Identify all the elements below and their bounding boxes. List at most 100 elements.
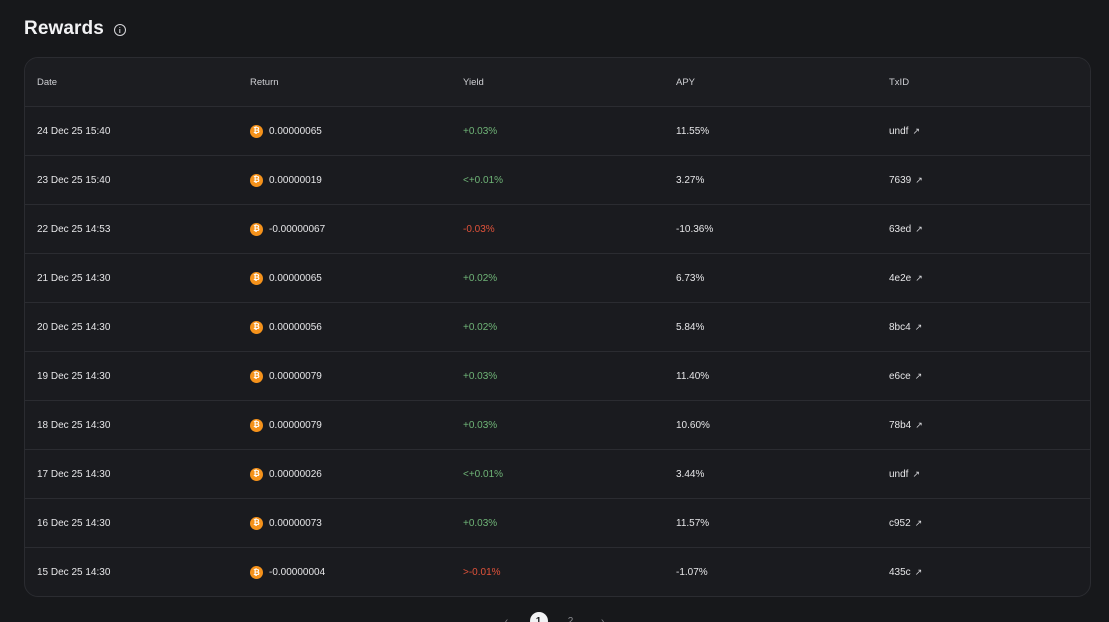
page-button-1[interactable]: 1 <box>529 612 548 622</box>
date-value: 21 Dec 25 14:30 <box>37 272 111 284</box>
date-value: 15 Dec 25 14:30 <box>37 567 111 578</box>
return-cell: ₿ -0.00000067 <box>238 222 451 236</box>
apy-value: 3.44% <box>676 468 705 480</box>
txid-cell[interactable]: 78b4 ↗ <box>877 420 1090 431</box>
apy-value: 10.60% <box>676 419 710 431</box>
external-link-icon[interactable]: ↗ <box>915 322 923 333</box>
txid-cell[interactable]: 435c ↗ <box>877 567 1090 578</box>
date-cell: 17 Dec 25 14:30 <box>25 469 238 480</box>
page-button-2[interactable]: 2 <box>562 612 580 622</box>
table-row: 23 Dec 25 15:40 ₿ 0.00000019 <+0.01% 3.2… <box>25 156 1090 205</box>
bitcoin-icon: ₿ <box>250 271 263 285</box>
txid-cell[interactable]: undf ↗ <box>877 126 1090 137</box>
return-cell: ₿ 0.00000073 <box>238 516 451 530</box>
table-row: 24 Dec 25 15:40 ₿ 0.00000065 +0.03% 11.5… <box>25 107 1090 156</box>
apy-value: 3.27% <box>676 174 705 186</box>
apy-cell: 5.84% <box>664 322 877 333</box>
date-cell: 21 Dec 25 14:30 <box>25 273 238 284</box>
column-header-apy[interactable]: APY <box>664 77 877 88</box>
return-value: 0.00000019 <box>269 174 322 186</box>
apy-cell: -1.07% <box>664 567 877 578</box>
apy-cell: 10.60% <box>664 420 877 431</box>
date-cell: 23 Dec 25 15:40 <box>25 175 238 186</box>
external-link-icon[interactable]: ↗ <box>915 273 923 284</box>
txid-link[interactable]: 8bc4 <box>889 322 911 333</box>
apy-cell: 3.44% <box>664 469 877 480</box>
return-value: 0.00000079 <box>269 370 322 382</box>
txid-link[interactable]: undf <box>889 469 908 480</box>
yield-cell: -0.03% <box>451 224 664 235</box>
table-body: 24 Dec 25 15:40 ₿ 0.00000065 +0.03% 11.5… <box>25 107 1090 596</box>
table-row: 21 Dec 25 14:30 ₿ 0.00000065 +0.02% 6.73… <box>25 254 1090 303</box>
external-link-icon[interactable]: ↗ <box>915 420 923 431</box>
table-row: 19 Dec 25 14:30 ₿ 0.00000079 +0.03% 11.4… <box>25 352 1090 401</box>
bitcoin-icon: ₿ <box>250 320 263 334</box>
txid-cell[interactable]: e6ce ↗ <box>877 371 1090 382</box>
return-cell: ₿ 0.00000065 <box>238 271 451 285</box>
yield-cell: +0.03% <box>451 371 664 382</box>
apy-cell: 6.73% <box>664 273 877 284</box>
return-value: 0.00000065 <box>269 125 322 137</box>
external-link-icon[interactable]: ↗ <box>915 518 923 529</box>
txid-link[interactable]: c952 <box>889 518 911 529</box>
apy-value: -10.36% <box>676 223 714 235</box>
pagination: ‹ 1 2 › <box>0 612 1109 622</box>
info-icon[interactable] <box>113 23 126 36</box>
yield-cell: +0.03% <box>451 420 664 431</box>
yield-cell: +0.03% <box>451 126 664 137</box>
date-value: 23 Dec 25 15:40 <box>37 174 111 186</box>
prev-page-button[interactable]: ‹ <box>498 612 516 622</box>
bitcoin-icon: ₿ <box>250 467 263 481</box>
return-value: -0.00000067 <box>269 223 326 235</box>
return-cell: ₿ 0.00000019 <box>238 173 451 187</box>
txid-cell[interactable]: 7639 ↗ <box>877 175 1090 186</box>
date-value: 16 Dec 25 14:30 <box>37 517 111 529</box>
return-value: 0.00000073 <box>269 517 322 529</box>
yield-value: +0.02% <box>463 272 498 284</box>
apy-value: 11.57% <box>676 517 710 529</box>
date-value: 24 Dec 25 15:40 <box>37 125 111 137</box>
date-cell: 16 Dec 25 14:30 <box>25 518 238 529</box>
column-header-return[interactable]: Return <box>238 77 451 88</box>
next-page-button[interactable]: › <box>594 612 612 622</box>
return-cell: ₿ 0.00000056 <box>238 320 451 334</box>
table-row: 15 Dec 25 14:30 ₿ -0.00000004 >-0.01% -1… <box>25 548 1090 596</box>
yield-cell: +0.03% <box>451 518 664 529</box>
rewards-table: Date Return Yield APY TxID 24 Dec 25 15:… <box>24 57 1091 597</box>
txid-cell[interactable]: 4e2e ↗ <box>877 273 1090 284</box>
title-row: Rewards <box>24 17 126 41</box>
txid-link[interactable]: 435c <box>889 567 911 578</box>
txid-link[interactable]: 63ed <box>889 224 911 235</box>
txid-link[interactable]: 7639 <box>889 175 911 186</box>
txid-link[interactable]: 78b4 <box>889 420 911 431</box>
date-cell: 20 Dec 25 14:30 <box>25 322 238 333</box>
txid-cell[interactable]: c952 ↗ <box>877 518 1090 529</box>
table-header: Date Return Yield APY TxID <box>25 58 1090 107</box>
external-link-icon[interactable]: ↗ <box>915 567 923 578</box>
txid-cell[interactable]: 63ed ↗ <box>877 224 1090 235</box>
column-header-date[interactable]: Date <box>25 77 238 88</box>
external-link-icon[interactable]: ↗ <box>915 224 923 235</box>
apy-cell: 11.40% <box>664 371 877 382</box>
column-header-txid[interactable]: TxID <box>877 77 1090 88</box>
external-link-icon[interactable]: ↗ <box>915 175 923 186</box>
bitcoin-icon: ₿ <box>250 124 263 138</box>
yield-value: +0.03% <box>463 125 498 137</box>
table-row: 22 Dec 25 14:53 ₿ -0.00000067 -0.03% -10… <box>25 205 1090 254</box>
apy-value: 11.55% <box>676 125 710 137</box>
txid-link[interactable]: 4e2e <box>889 273 911 284</box>
yield-cell: <+0.01% <box>451 175 664 186</box>
column-header-yield[interactable]: Yield <box>451 77 664 88</box>
yield-cell: +0.02% <box>451 273 664 284</box>
external-link-icon[interactable]: ↗ <box>915 371 923 382</box>
external-link-icon[interactable]: ↗ <box>912 469 920 480</box>
return-value: 0.00000026 <box>269 468 322 480</box>
date-cell: 15 Dec 25 14:30 <box>25 567 238 578</box>
txid-link[interactable]: e6ce <box>889 371 911 382</box>
external-link-icon[interactable]: ↗ <box>912 126 920 137</box>
txid-cell[interactable]: 8bc4 ↗ <box>877 322 1090 333</box>
txid-link[interactable]: undf <box>889 126 908 137</box>
table-row: 20 Dec 25 14:30 ₿ 0.00000056 +0.02% 5.84… <box>25 303 1090 352</box>
return-cell: ₿ 0.00000079 <box>238 369 451 383</box>
txid-cell[interactable]: undf ↗ <box>877 469 1090 480</box>
